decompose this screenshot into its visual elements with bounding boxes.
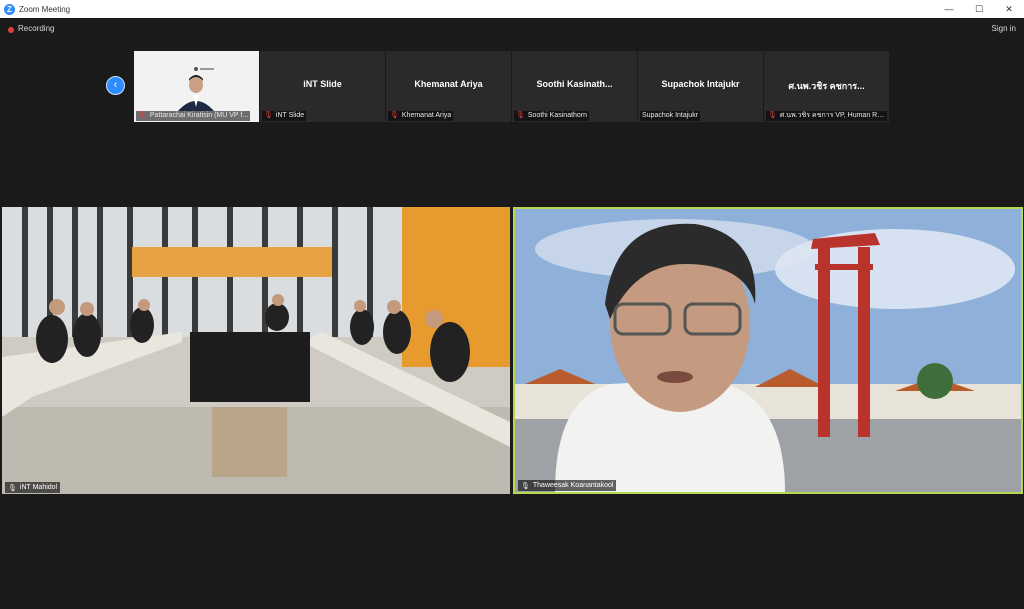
participant-big-name: Soothi Kasinath...	[536, 79, 613, 89]
mic-icon: 🎙	[521, 482, 530, 490]
mic-muted-icon: 🎙	[138, 112, 147, 119]
mic-muted-icon: 🎙	[8, 484, 17, 492]
participant-big-name: Khemanat Ariya	[414, 79, 483, 89]
window-title: Zoom Meeting	[19, 4, 71, 14]
mic-muted-icon: 🎙	[264, 112, 273, 119]
participant-caption: Supachok Intajukr	[640, 111, 701, 121]
meeting-room-video	[2, 207, 510, 494]
participant-thumbnail-6[interactable]: ศ.นพ.วชิร คชการ... 🎙 ศ.นพ.วชิร คชการ VP,…	[764, 51, 889, 122]
participant-caption: 🎙 iNT Slide	[262, 111, 307, 121]
participant-caption: 🎙 Soothi Kasinathorn	[514, 111, 590, 121]
participant-caption: 🎙 Khemanat Ariya	[388, 111, 454, 121]
participant-thumbnail-3[interactable]: Khemanat Ariya 🎙 Khemanat Ariya	[386, 51, 511, 122]
mic-muted-icon: 🎙	[768, 112, 777, 119]
chevron-left-icon[interactable]: ‹	[106, 76, 125, 95]
participant-name: iNT Slide	[275, 112, 305, 119]
participant-thumbnail-5[interactable]: Supachok Intajukr Supachok Intajukr	[638, 51, 763, 122]
window-titlebar: Z Zoom Meeting — ☐ ✕	[0, 0, 1024, 18]
speaker-video	[515, 209, 1021, 492]
mic-muted-icon: 🎙	[390, 112, 399, 119]
video-tile-int-mahidol[interactable]: 🎙 iNT Mahidol	[2, 207, 510, 494]
close-icon[interactable]: ✕	[994, 0, 1024, 18]
participant-thumbnail-2[interactable]: iNT Slide 🎙 iNT Slide	[260, 51, 385, 122]
participant-name: Supachok Intajukr	[642, 112, 699, 119]
minimize-icon[interactable]: —	[934, 0, 964, 18]
participant-name: Soothi Kasinathorn	[527, 112, 588, 119]
participant-name: ศ.นพ.วชิร คชการ VP, Human Re...	[779, 112, 885, 119]
participant-name: iNT Mahidol	[19, 484, 58, 491]
video-tile-active-speaker[interactable]: 🎙 Thaweesak Koanantakool	[513, 207, 1023, 494]
meeting-topbar: Recording Sign in	[0, 18, 1024, 40]
zoom-app-icon: Z	[4, 3, 15, 15]
participant-big-name: iNT Slide	[303, 79, 342, 89]
participant-caption: 🎙 Pattarachai Kiratisin (MU VP f...	[136, 111, 251, 121]
participant-caption: 🎙 ศ.นพ.วชิร คชการ VP, Human Re...	[766, 111, 887, 121]
participant-name: Thaweesak Koanantakool	[532, 482, 614, 489]
maximize-icon[interactable]: ☐	[964, 0, 994, 18]
mic-muted-icon: 🎙	[516, 112, 525, 119]
participant-big-name: ศ.นพ.วชิร คชการ...	[788, 81, 865, 91]
participant-big-name: Supachok Intajukr	[661, 79, 740, 89]
recording-dot-icon	[8, 27, 14, 33]
recording-label: Recording	[18, 24, 55, 33]
sign-in-link[interactable]: Sign in	[992, 24, 1016, 33]
participant-name: Khemanat Ariya	[401, 112, 452, 119]
participant-name: Pattarachai Kiratisin (MU VP f...	[149, 112, 249, 119]
participant-thumbnail-1[interactable]: 🎙 Pattarachai Kiratisin (MU VP f...	[134, 51, 259, 122]
participant-thumbnail-4[interactable]: Soothi Kasinath... 🎙 Soothi Kasinathorn	[512, 51, 637, 122]
video-tile-caption: 🎙 Thaweesak Koanantakool	[518, 480, 617, 491]
video-tile-caption: 🎙 iNT Mahidol	[5, 482, 61, 493]
